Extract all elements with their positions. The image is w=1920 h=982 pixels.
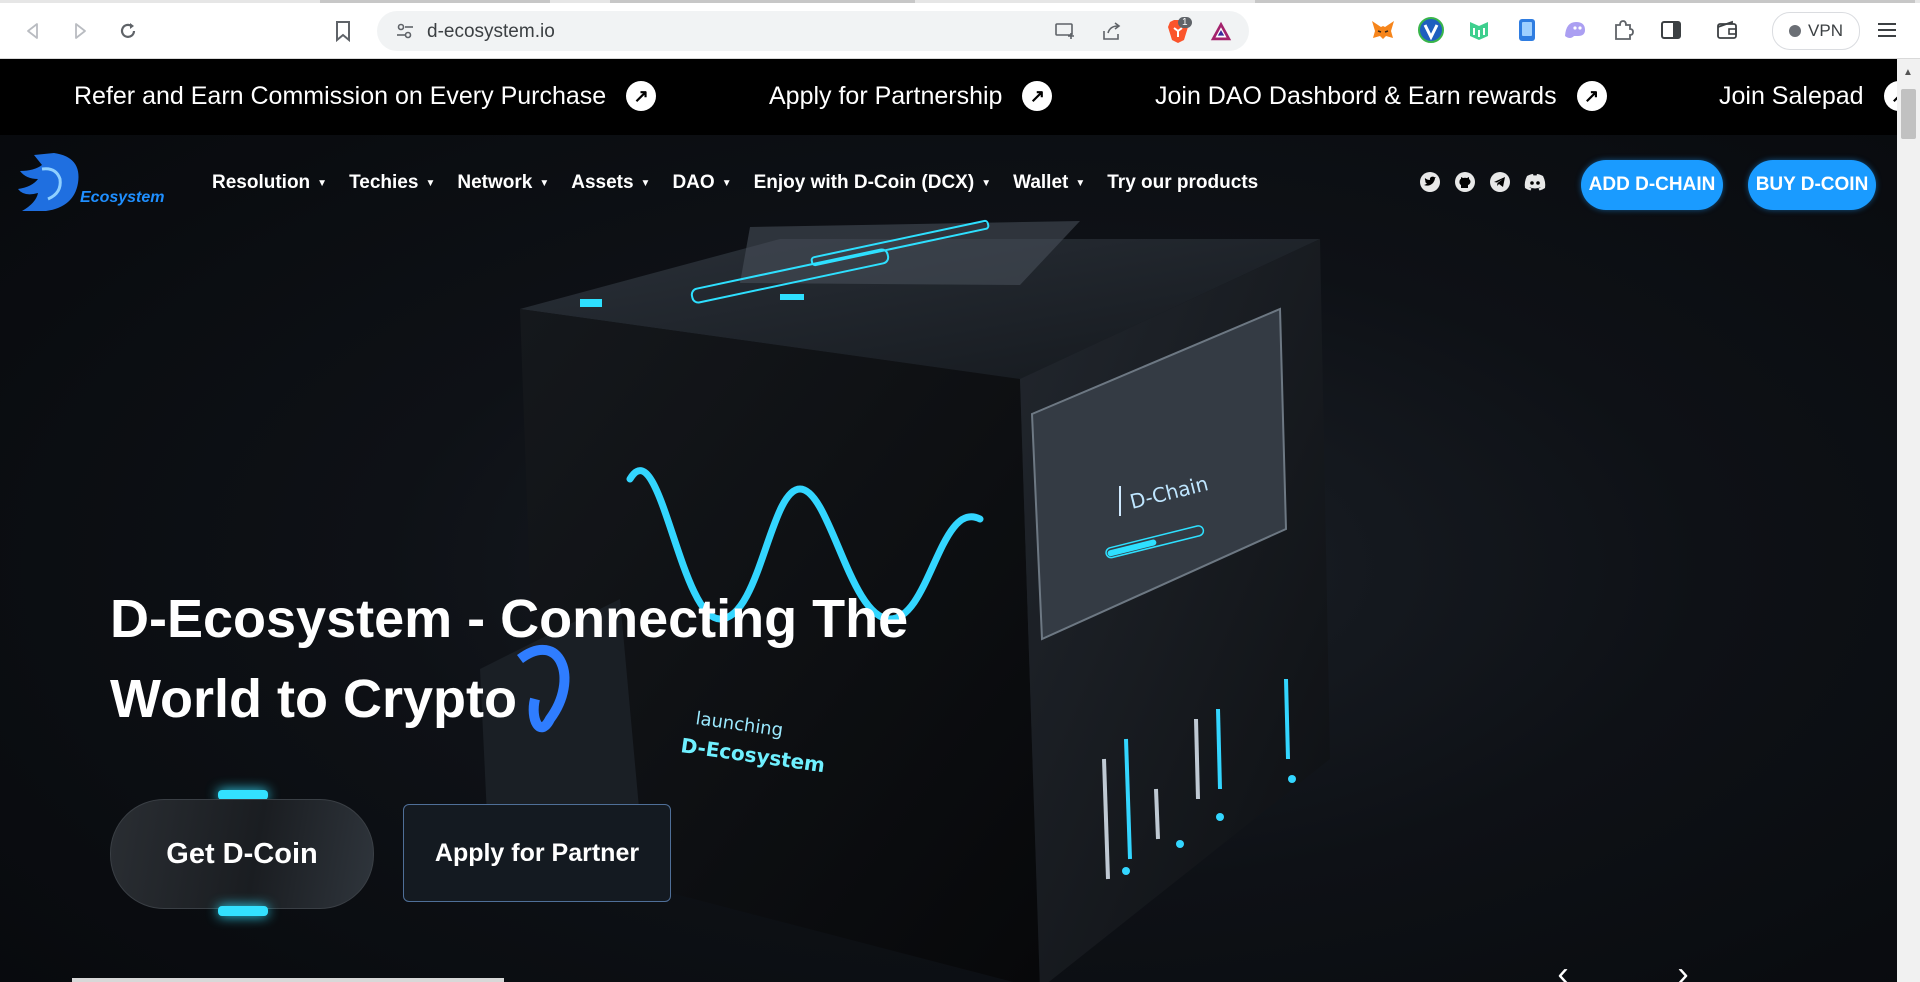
- scrollbar-thumb[interactable]: [1901, 89, 1916, 139]
- arrow-up-right-icon: ↗: [1883, 81, 1897, 111]
- nav-item-assets[interactable]: Assets ▼: [571, 172, 650, 194]
- nav-item-resolution[interactable]: Resolution ▼: [212, 172, 327, 194]
- wallet-extension-icon[interactable]: [1514, 17, 1540, 43]
- nav-item-dao[interactable]: DAO ▼: [672, 172, 731, 194]
- sidebar-toggle-icon[interactable]: [1658, 17, 1684, 43]
- button-glow-bottom: [218, 906, 268, 916]
- vpn-label: VPN: [1808, 21, 1843, 40]
- carousel-prev-icon[interactable]: ‹: [1543, 954, 1583, 982]
- caret-down-icon: ▼: [640, 177, 651, 189]
- address-bar[interactable]: d-ecosystem.io 1: [377, 11, 1249, 51]
- hero-title: D-Ecosystem - Connecting The World to Cr…: [110, 579, 930, 739]
- carousel-progress-bar: [72, 978, 504, 982]
- nav-item-label: Resolution: [212, 172, 311, 193]
- telegram-icon[interactable]: [1488, 170, 1512, 194]
- back-button[interactable]: [16, 14, 50, 48]
- page-scrollbar[interactable]: ▲: [1897, 59, 1920, 982]
- ticker-label: Join Salepad: [1719, 81, 1864, 110]
- nav-item-try-products[interactable]: Try our products: [1107, 172, 1258, 194]
- add-d-chain-button[interactable]: ADD D-CHAIN: [1581, 160, 1723, 210]
- ticker-link-refer[interactable]: Refer and Earn Commission on Every Purch…: [74, 81, 657, 111]
- get-d-coin-button[interactable]: Get D-Coin: [110, 799, 374, 909]
- vpn-status-dot: [1789, 25, 1802, 37]
- bookmark-icon[interactable]: [326, 14, 360, 48]
- main-menu: Resolution ▼ Techies ▼ Network ▼ Assets ▼ DA…: [212, 172, 1258, 194]
- caret-down-icon: ▼: [539, 177, 550, 189]
- caret-down-icon: ▼: [425, 177, 436, 189]
- nav-item-label: Network: [457, 172, 533, 193]
- nav-item-wallet[interactable]: Wallet ▼: [1013, 172, 1085, 194]
- ticker-link-salepad[interactable]: Join Salepad ↗: [1719, 81, 1897, 111]
- green-extension-icon[interactable]: [1466, 17, 1492, 43]
- nav-item-label: DAO: [672, 172, 715, 193]
- brave-shields-icon[interactable]: 1: [1160, 17, 1196, 43]
- carousel-next-icon[interactable]: ›: [1663, 954, 1703, 982]
- reload-button[interactable]: [111, 14, 145, 48]
- buy-d-coin-button[interactable]: BUY D-COIN: [1748, 160, 1876, 210]
- apply-for-partner-button[interactable]: Apply for Partner: [403, 804, 671, 902]
- nav-item-network[interactable]: Network ▼: [457, 172, 549, 194]
- url-text[interactable]: d-ecosystem.io: [427, 21, 555, 43]
- caret-down-icon: ▼: [721, 177, 732, 189]
- site-navbar: Ecosystem Resolution ▼ Techies ▼ Network ▼ …: [0, 135, 1897, 245]
- nav-item-enjoy-dcoin[interactable]: Enjoy with D-Coin (DCX) ▼: [754, 172, 992, 194]
- nav-item-label: Try our products: [1107, 172, 1259, 193]
- site-settings-icon[interactable]: [393, 19, 417, 43]
- ticker-link-partnership[interactable]: Apply for Partnership ↗: [769, 81, 1053, 111]
- share-icon[interactable]: [1100, 19, 1124, 43]
- menu-hamburger-icon[interactable]: [1874, 17, 1900, 43]
- nav-item-label: Techies: [349, 172, 419, 193]
- vpn-extension-icon[interactable]: [1418, 17, 1444, 43]
- nav-item-label: Enjoy with D-Coin (DCX): [753, 172, 975, 193]
- caret-down-icon: ▼: [317, 177, 328, 189]
- scroll-up-icon[interactable]: ▲: [1903, 67, 1913, 78]
- vpn-button[interactable]: VPN: [1772, 12, 1860, 50]
- metamask-extension-icon[interactable]: [1370, 17, 1396, 43]
- arrow-up-right-icon: ↗: [1576, 81, 1607, 111]
- arrow-up-right-icon: ↗: [626, 81, 657, 111]
- ghost-extension-icon[interactable]: [1562, 17, 1588, 43]
- twitter-icon[interactable]: [1418, 170, 1442, 194]
- ticker-label: Join DAO Dashbord & Earn rewards: [1155, 81, 1557, 110]
- ticker-label: Apply for Partnership: [769, 81, 1003, 110]
- nav-item-techies[interactable]: Techies ▼: [349, 172, 435, 194]
- brave-rewards-icon[interactable]: [1209, 19, 1233, 43]
- github-icon[interactable]: [1453, 170, 1477, 194]
- announcement-ticker: Refer and Earn Commission on Every Purch…: [0, 59, 1897, 135]
- nav-item-label: Assets: [571, 172, 634, 193]
- ticker-label: Refer and Earn Commission on Every Purch…: [74, 81, 607, 110]
- hero-title-line1: D-Ecosystem - Connecting The: [110, 589, 909, 649]
- hero-title-line2: World to Crypto: [110, 669, 517, 729]
- caret-down-icon: ▼: [981, 177, 992, 189]
- webpage: D-Chain launching D-Ecosystem Refer and …: [0, 59, 1897, 982]
- extensions-puzzle-icon[interactable]: [1610, 17, 1636, 43]
- ticker-link-dao[interactable]: Join DAO Dashbord & Earn rewards ↗: [1155, 81, 1607, 111]
- discord-icon[interactable]: [1523, 170, 1547, 194]
- site-logo[interactable]: Ecosystem: [16, 149, 176, 215]
- cast-icon[interactable]: [1053, 19, 1077, 43]
- arrow-up-right-icon: ↗: [1022, 81, 1053, 111]
- nav-item-label: Wallet: [1013, 172, 1069, 193]
- d-eagle-logo-icon: [18, 153, 79, 211]
- forward-button[interactable]: [63, 14, 97, 48]
- browser-toolbar: d-ecosystem.io 1 VPN: [0, 0, 1920, 59]
- brave-badge-count: 1: [1178, 17, 1192, 28]
- brave-wallet-icon[interactable]: [1714, 17, 1740, 43]
- caret-down-icon: ▼: [1075, 177, 1086, 189]
- logo-text: Ecosystem: [80, 189, 165, 206]
- tab-strip-line: [0, 0, 1920, 3]
